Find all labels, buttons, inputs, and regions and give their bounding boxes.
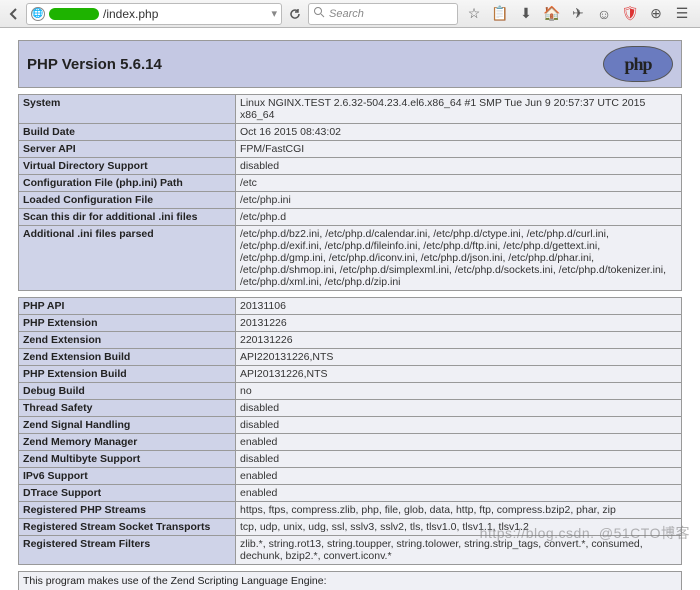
table-row: Zend Multibyte Supportdisabled <box>19 451 682 468</box>
config-value: disabled <box>236 451 682 468</box>
config-value: FPM/FastCGI <box>236 141 682 158</box>
reload-button[interactable] <box>284 7 306 21</box>
config-value: Linux NGINX.TEST 2.6.32-504.23.4.el6.x86… <box>236 95 682 124</box>
config-value: /etc/php.d/bz2.ini, /etc/php.d/calendar.… <box>236 226 682 291</box>
table-row: Thread Safetydisabled <box>19 400 682 417</box>
config-value: enabled <box>236 485 682 502</box>
table-row: Additional .ini files parsed/etc/php.d/b… <box>19 226 682 291</box>
config-value: enabled <box>236 468 682 485</box>
toolbar-icons: ☆ 📋 ⬇ 🏠 ✈ ☺ 🛡 ⊕ ☰ <box>460 5 696 22</box>
face-icon[interactable]: ☺ <box>596 5 612 22</box>
config-key: PHP Extension Build <box>19 366 236 383</box>
config-key: System <box>19 95 236 124</box>
url-bar[interactable]: 🌐 /index.php ▾ <box>26 3 282 25</box>
config-key: Registered Stream Filters <box>19 536 236 565</box>
table-row: IPv6 Supportenabled <box>19 468 682 485</box>
config-key: PHP API <box>19 298 236 315</box>
config-value: 20131106 <box>236 298 682 315</box>
table-row: PHP Extension BuildAPI20131226,NTS <box>19 366 682 383</box>
url-text: /index.php <box>103 7 158 21</box>
config-key: PHP Extension <box>19 315 236 332</box>
table-row: Loaded Configuration File/etc/php.ini <box>19 192 682 209</box>
dropdown-icon[interactable]: ▾ <box>271 7 277 20</box>
config-value: /etc/php.d <box>236 209 682 226</box>
menu-icon[interactable]: ☰ <box>674 5 690 22</box>
home-icon[interactable]: 🏠 <box>544 5 560 22</box>
config-key: Registered Stream Socket Transports <box>19 519 236 536</box>
table-row: Zend Extension220131226 <box>19 332 682 349</box>
config-key: Configuration File (php.ini) Path <box>19 175 236 192</box>
config-key: Thread Safety <box>19 400 236 417</box>
globe-icon: 🌐 <box>31 7 45 21</box>
config-key: Zend Extension <box>19 332 236 349</box>
config-key: Zend Memory Manager <box>19 434 236 451</box>
table-row: Scan this dir for additional .ini files/… <box>19 209 682 226</box>
config-key: Zend Extension Build <box>19 349 236 366</box>
config-value: 20131226 <box>236 315 682 332</box>
phpinfo-header: PHP Version 5.6.14 php <box>18 40 682 88</box>
table-row: PHP Extension20131226 <box>19 315 682 332</box>
table-row: DTrace Supportenabled <box>19 485 682 502</box>
back-button[interactable] <box>4 4 24 24</box>
config-value: https, ftps, compress.zlib, php, file, g… <box>236 502 682 519</box>
config-key: Scan this dir for additional .ini files <box>19 209 236 226</box>
addon-icon[interactable]: ⊕ <box>648 5 664 22</box>
browser-toolbar: 🌐 /index.php ▾ Search ☆ 📋 ⬇ 🏠 ✈ ☺ 🛡 ⊕ ☰ <box>0 0 700 28</box>
table-row: Debug Buildno <box>19 383 682 400</box>
url-redacted <box>49 8 99 20</box>
config-key: Virtual Directory Support <box>19 158 236 175</box>
search-icon <box>313 6 325 21</box>
config-key: Zend Signal Handling <box>19 417 236 434</box>
search-bar[interactable]: Search <box>308 3 458 25</box>
config-value: disabled <box>236 158 682 175</box>
table-row: Build DateOct 16 2015 08:43:02 <box>19 124 682 141</box>
config-key: Loaded Configuration File <box>19 192 236 209</box>
config-value: API220131226,NTS <box>236 349 682 366</box>
php-logo: php <box>603 46 673 82</box>
config-key: Build Date <box>19 124 236 141</box>
table-row: Zend Signal Handlingdisabled <box>19 417 682 434</box>
config-key: Zend Multibyte Support <box>19 451 236 468</box>
table-row: Zend Extension BuildAPI220131226,NTS <box>19 349 682 366</box>
config-value: disabled <box>236 417 682 434</box>
info-table-1: SystemLinux NGINX.TEST 2.6.32-504.23.4.e… <box>18 94 682 291</box>
watermark: https://blog.csdn. @51CTO博客 <box>480 523 690 543</box>
config-key: Registered PHP Streams <box>19 502 236 519</box>
config-value: disabled <box>236 400 682 417</box>
table-row: Configuration File (php.ini) Path/etc <box>19 175 682 192</box>
config-value: API20131226,NTS <box>236 366 682 383</box>
config-key: DTrace Support <box>19 485 236 502</box>
shield-icon[interactable]: 🛡 <box>622 5 638 22</box>
config-value: Oct 16 2015 08:43:02 <box>236 124 682 141</box>
table-row: PHP API20131106 <box>19 298 682 315</box>
config-key: Debug Build <box>19 383 236 400</box>
config-key: IPv6 Support <box>19 468 236 485</box>
search-placeholder: Search <box>329 8 364 20</box>
config-value: no <box>236 383 682 400</box>
table-row: Server APIFPM/FastCGI <box>19 141 682 158</box>
config-key: Additional .ini files parsed <box>19 226 236 291</box>
config-value: /etc <box>236 175 682 192</box>
download-icon[interactable]: ⬇ <box>518 5 534 22</box>
config-value: 220131226 <box>236 332 682 349</box>
page-content: PHP Version 5.6.14 php SystemLinux NGINX… <box>0 40 700 590</box>
star-icon[interactable]: ☆ <box>466 5 482 22</box>
table-row: Zend Memory Managerenabled <box>19 434 682 451</box>
config-key: Server API <box>19 141 236 158</box>
table-row: Registered PHP Streamshttps, ftps, compr… <box>19 502 682 519</box>
config-value: enabled <box>236 434 682 451</box>
table-row: Virtual Directory Supportdisabled <box>19 158 682 175</box>
send-icon[interactable]: ✈ <box>570 5 586 22</box>
config-value: /etc/php.ini <box>236 192 682 209</box>
table-row: SystemLinux NGINX.TEST 2.6.32-504.23.4.e… <box>19 95 682 124</box>
clipboard-icon[interactable]: 📋 <box>492 5 508 22</box>
zend-footer: This program makes use of the Zend Scrip… <box>18 571 682 590</box>
page-title: PHP Version 5.6.14 <box>27 56 162 73</box>
